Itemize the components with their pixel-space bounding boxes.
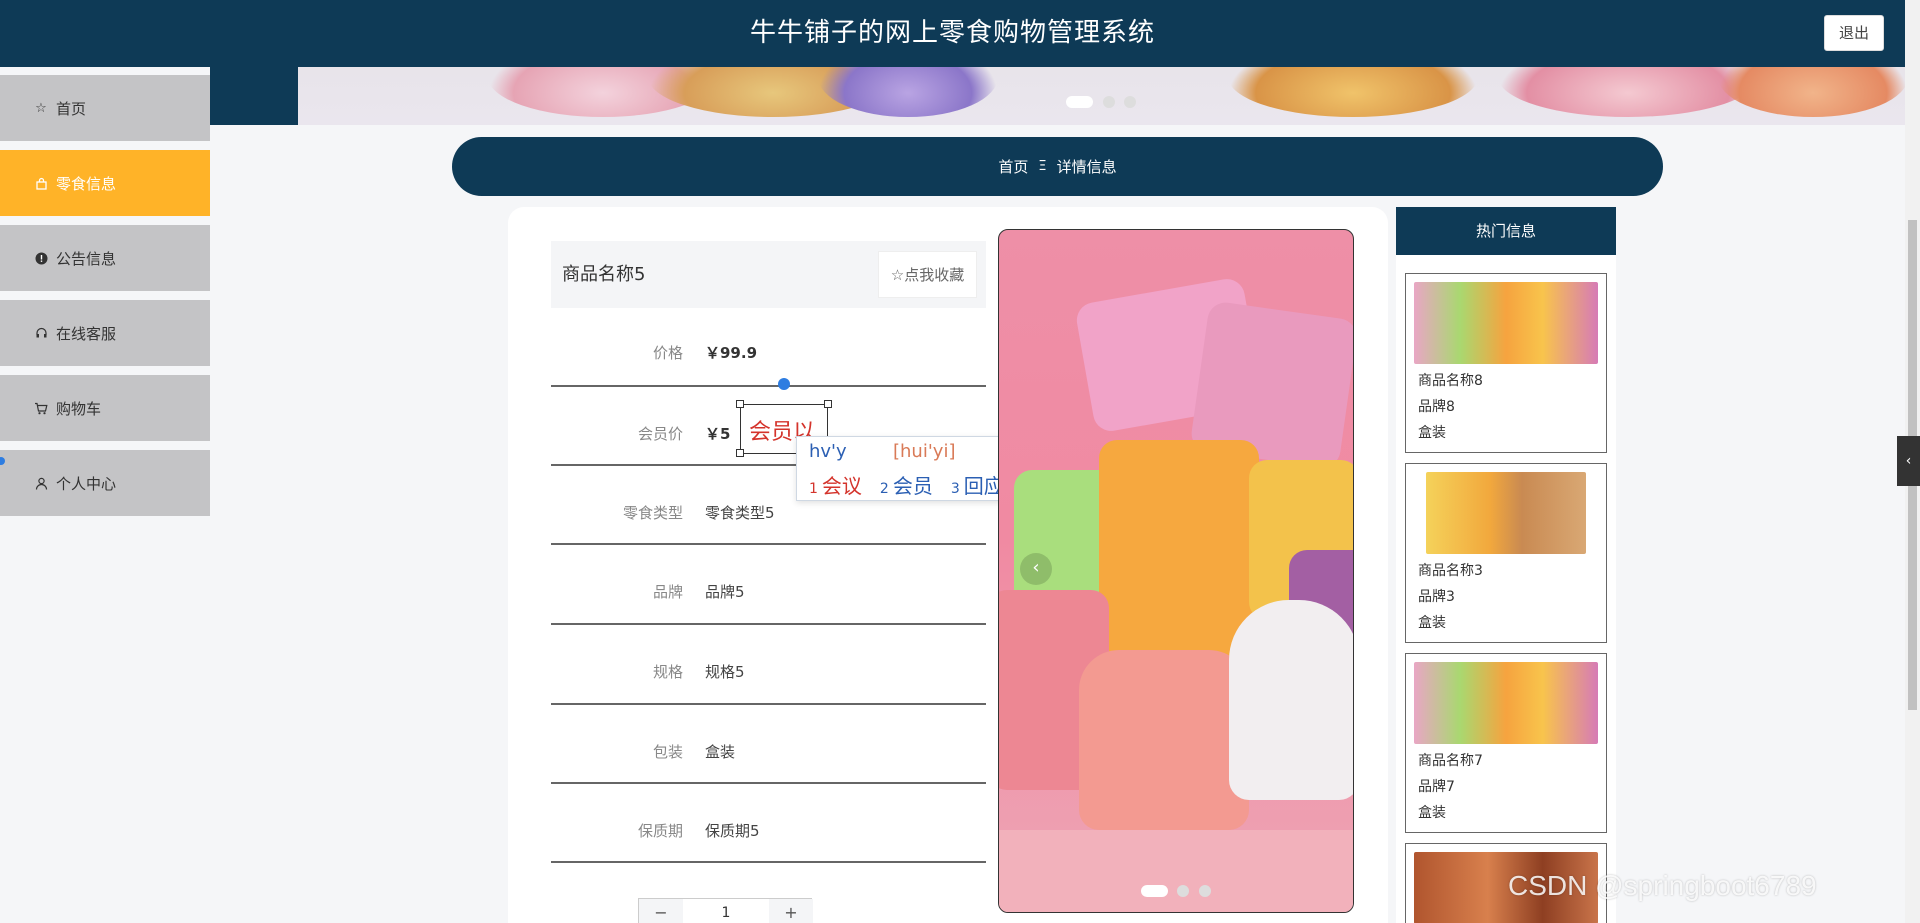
hot-item-image [1426,472,1586,554]
ime-composition: hv'y [809,441,847,462]
hot-item-pack: 盒装 [1418,425,1446,441]
banner-dot[interactable] [1103,96,1115,108]
sidebar-item-profile[interactable]: 个人中心 [0,450,210,516]
attr-key: 零食类型 [622,504,683,522]
sidebar-item-snacks[interactable]: 零食信息 [0,150,210,216]
user-icon [34,476,48,490]
sidebar-item-home[interactable]: ☆ 首页 [0,75,210,141]
attr-key: 会员价 [637,425,683,443]
attr-key: 价格 [652,344,683,362]
banner-image [298,67,1905,125]
resize-handle[interactable] [736,400,744,408]
product-name-bar: 商品名称5 ☆点我收藏 [551,241,986,308]
top-header: 牛牛铺子的网上零食购物管理系统 退出 [0,0,1905,67]
favorite-button[interactable]: ☆点我收藏 [878,251,977,298]
sidebar-item-cart[interactable]: 购物车 [0,375,210,441]
attr-row-spec: 规格 规格5 [551,625,986,705]
hot-item-pack: 盒装 [1418,615,1446,631]
cart-icon [34,401,48,415]
hot-list-title: 热门信息 [1396,207,1616,255]
ime-candidate[interactable]: 2 会员 [880,470,933,499]
ime-pinyin: [hui'yi] [893,441,956,462]
hot-item-brand: 品牌8 [1418,399,1455,415]
banner [210,67,1905,125]
sidebar-item-label: 个人中心 [56,474,117,493]
hot-item[interactable]: 商品名称3 品牌3 盒装 [1405,463,1607,643]
app-title: 牛牛铺子的网上零食购物管理系统 [749,18,1155,48]
sidebar-item-label: 在线客服 [56,324,117,343]
watermark: CSDN @springboot6789 [1508,870,1817,901]
hot-list: 商品名称8 品牌8 盒装 商品名称3 品牌3 盒装 商品名称7 品牌7 盒装 [1396,255,1616,923]
image-dot[interactable] [1177,885,1189,897]
attr-value: 零食类型5 [705,504,775,522]
breadcrumb-current: 详情信息 [1056,158,1117,176]
bag-icon [34,176,48,190]
attr-value: 品牌5 [705,583,745,601]
attr-row-price: 价格 ￥99.9 [551,308,986,387]
hot-item-name: 商品名称3 [1418,563,1483,579]
breadcrumb-home[interactable]: 首页 [998,156,1028,177]
breadcrumb-separator: Ξ [1038,159,1047,174]
increment-button[interactable]: + [769,899,813,923]
resize-handle[interactable] [736,449,744,457]
hot-item-brand: 品牌7 [1418,779,1455,795]
hot-item[interactable]: 商品名称8 品牌8 盒装 [1405,273,1607,453]
attr-row-brand: 品牌 品牌5 [551,545,986,625]
star-icon: ☆ [35,100,47,116]
hot-item-name: 商品名称7 [1418,753,1483,769]
side-panel-toggle[interactable]: ‹ [1897,436,1920,486]
quantity-stepper[interactable]: − 1 + [638,898,813,923]
ime-candidate[interactable]: 3 回应 [951,470,1004,499]
product-name: 商品名称5 [562,264,646,285]
attr-key: 规格 [652,663,683,681]
image-dot[interactable] [1199,885,1211,897]
attr-value: ￥5 [705,425,731,443]
headset-icon [34,326,48,340]
carousel-prev-button[interactable]: ‹ [1020,553,1052,585]
attr-key: 品牌 [652,583,683,601]
attr-value: 盒装 [705,743,736,761]
banner-dot[interactable] [1124,96,1136,108]
attr-row-shelf-life: 保质期 保质期5 [551,784,986,863]
sidebar-item-label: 零食信息 [56,174,117,193]
sidebar-item-label: 购物车 [56,399,102,418]
logout-button[interactable]: 退出 [1824,15,1884,51]
hot-item-name: 商品名称8 [1418,373,1483,389]
attr-key: 包装 [652,743,683,761]
sidebar-item-service[interactable]: 在线客服 [0,300,210,366]
hot-item-brand: 品牌3 [1418,589,1455,605]
breadcrumb: 首页 Ξ 详情信息 [452,137,1663,196]
attr-value: 保质期5 [705,822,760,840]
quantity-value[interactable]: 1 [683,899,769,923]
info-circle-icon [34,251,48,265]
ime-candidate[interactable]: 1 会议 [809,470,862,499]
attr-row-packaging: 包装 盒装 [551,705,986,784]
banner-dot-active[interactable] [1066,96,1093,108]
hot-item-pack: 盒装 [1418,805,1446,821]
attr-value: 规格5 [705,663,745,681]
resize-handle[interactable] [824,400,832,408]
sidebar-item-label: 首页 [56,99,87,118]
sidebar-item-label: 公告信息 [56,249,117,268]
hot-item-image [1414,662,1598,744]
attr-key: 保质期 [637,822,683,840]
hot-item[interactable]: 商品名称7 品牌7 盒装 [1405,653,1607,833]
attr-value: ￥99.9 [705,344,758,362]
sidebar-item-notices[interactable]: 公告信息 [0,225,210,291]
hot-item-image [1414,282,1598,364]
decrement-button[interactable]: − [639,899,683,923]
image-dot-active[interactable] [1141,885,1168,897]
